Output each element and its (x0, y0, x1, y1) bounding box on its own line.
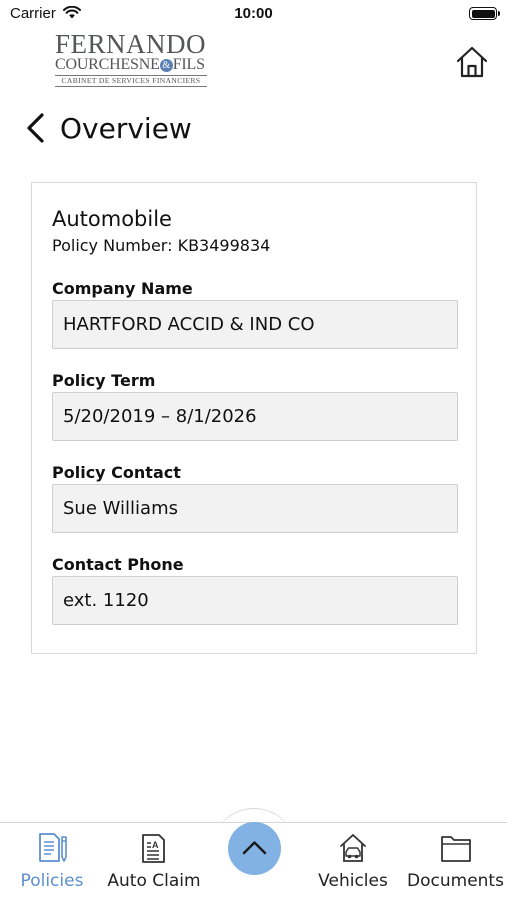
page-title: Overview (60, 112, 192, 145)
contact-phone-label: Contact Phone (52, 555, 184, 574)
tab-documents[interactable]: Documents (404, 823, 507, 900)
policy-term-field: 5/20/2019 – 8/1/2026 (52, 392, 458, 441)
logo-line-2: COURCHESNE & FILS (55, 56, 205, 73)
svg-text:A: A (152, 840, 159, 850)
tab-documents-label: Documents (407, 871, 504, 891)
policy-card: Automobile Policy Number: KB3499834 Comp… (31, 182, 477, 654)
policy-type: Automobile (52, 207, 172, 231)
documents-icon (440, 836, 471, 862)
status-bar: Carrier 10:00 (0, 0, 507, 28)
back-chevron-icon[interactable] (24, 112, 48, 144)
logo-tagline: CABINET DE SERVICES FINANCIERS (55, 75, 207, 87)
clock: 10:00 (234, 5, 273, 22)
policies-icon (39, 833, 67, 862)
tab-policies[interactable]: Policies (0, 823, 104, 900)
policy-contact-label: Policy Contact (52, 463, 181, 482)
tab-auto-claim[interactable]: A Auto Claim (104, 823, 204, 900)
vehicles-icon (340, 834, 366, 862)
tab-auto-claim-label: Auto Claim (107, 871, 201, 891)
logo-line-1: FERNANDO (55, 29, 207, 59)
home-icon[interactable] (455, 45, 489, 79)
policy-contact-field: Sue Williams (52, 484, 458, 533)
tab-vehicles[interactable]: Vehicles (304, 823, 402, 900)
auto-claim-icon: A (142, 834, 165, 863)
contact-phone-field: ext. 1120 (52, 576, 458, 625)
expand-menu-button[interactable] (228, 822, 281, 875)
tab-policies-label: Policies (20, 871, 84, 891)
battery-icon (469, 7, 500, 20)
tab-vehicles-label: Vehicles (318, 871, 388, 891)
policy-term-label: Policy Term (52, 371, 156, 390)
company-name-field: HARTFORD ACCID & IND CO (52, 300, 458, 349)
chevron-up-icon (242, 841, 267, 855)
company-name-label: Company Name (52, 279, 193, 298)
policy-number: Policy Number: KB3499834 (52, 236, 271, 255)
company-logo: FERNANDO COURCHESNE & FILS CABINET DE SERV… (55, 29, 215, 87)
